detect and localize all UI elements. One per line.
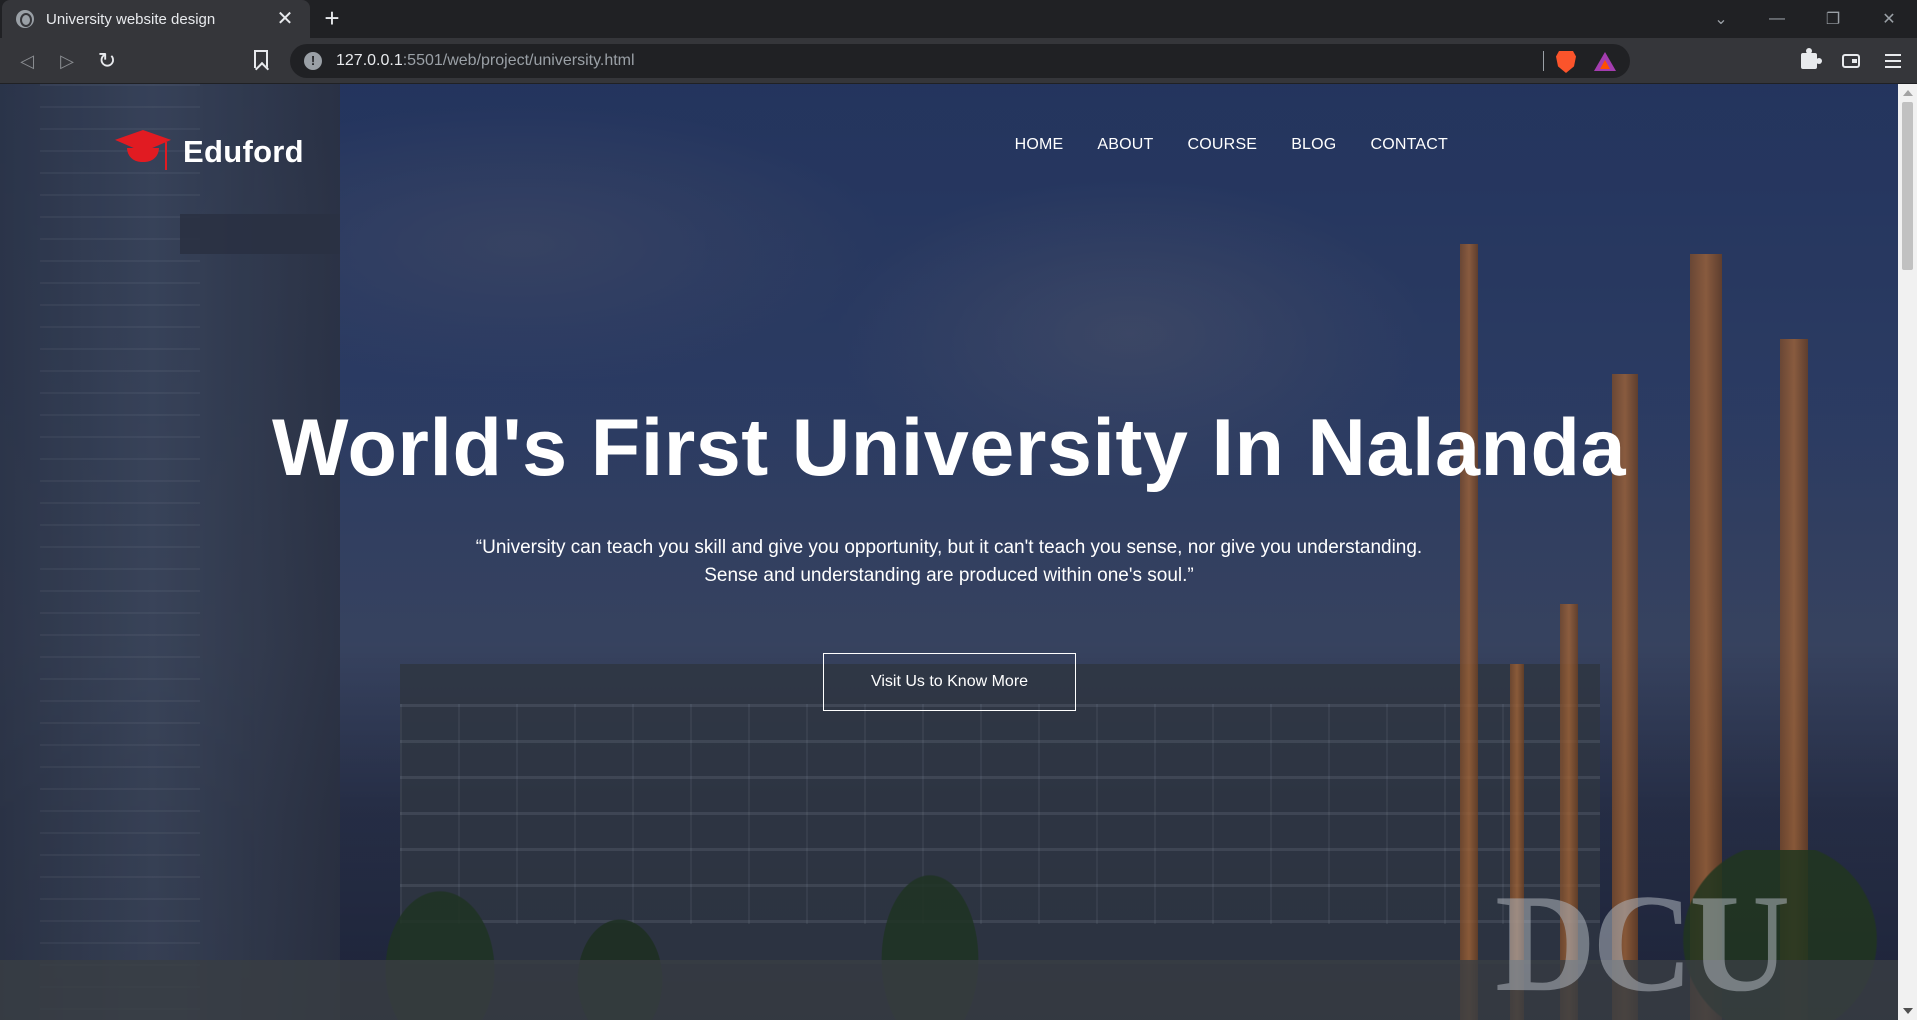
- restore-button[interactable]: ❐: [1805, 0, 1861, 38]
- visit-us-button[interactable]: Visit Us to Know More: [823, 653, 1076, 711]
- browser-menu-button[interactable]: [1878, 46, 1908, 76]
- hamburger-icon: [1885, 54, 1901, 68]
- tab-title: University website design: [46, 10, 216, 28]
- new-tab-button[interactable]: +: [318, 5, 346, 33]
- extensions-button[interactable]: [1794, 46, 1824, 76]
- scroll-up-arrow-icon[interactable]: [1903, 90, 1913, 96]
- brave-shields-icon[interactable]: [1556, 51, 1576, 73]
- graduation-cap-icon: [113, 126, 173, 178]
- hero-quote-line-1: “University can teach you skill and give…: [475, 537, 1423, 558]
- wallet-button[interactable]: [1836, 46, 1866, 76]
- hero-photo-sign: DCU: [1495, 866, 1790, 1020]
- tab-strip: University website design ✕ + ⌄ — ❐ ✕: [0, 0, 1917, 38]
- tab-close-button[interactable]: ✕: [274, 8, 296, 30]
- browser-chrome: University website design ✕ + ⌄ — ❐ ✕ ◁ …: [0, 0, 1917, 84]
- brave-rewards-icon[interactable]: [1594, 52, 1616, 71]
- hero-photo-overhang: [180, 214, 340, 254]
- address-bar[interactable]: ! 127.0.0.1:5501/web/project/university.…: [290, 44, 1630, 78]
- brand-name: Eduford: [183, 134, 304, 169]
- hero-quote-line-2: Sense and understanding are produced wit…: [704, 565, 1194, 586]
- url-path: :5501/web/project/university.html: [402, 52, 635, 69]
- url-host: 127.0.0.1: [336, 52, 403, 69]
- tab-search-button[interactable]: ⌄: [1693, 0, 1749, 38]
- nav-link-home[interactable]: HOME: [1015, 136, 1064, 154]
- site-info-icon[interactable]: !: [304, 52, 322, 70]
- wallet-icon: [1842, 54, 1860, 68]
- url-text[interactable]: 127.0.0.1:5501/web/project/university.ht…: [336, 52, 635, 70]
- scroll-down-arrow-icon[interactable]: [1903, 1008, 1913, 1014]
- puzzle-icon: [1801, 48, 1822, 69]
- site-logo[interactable]: Eduford: [113, 126, 304, 178]
- address-bar-divider: [1543, 51, 1544, 71]
- browser-toolbar: ◁ ▷ ↻ ! 127.0.0.1:5501/web/project/unive…: [0, 38, 1917, 84]
- page-scrollbar[interactable]: [1898, 84, 1917, 1020]
- page-viewport: DCU Eduford HOME ABOUT COURSE BLOG CONTA…: [0, 84, 1898, 1020]
- nav-link-course[interactable]: COURSE: [1188, 136, 1258, 154]
- bookmark-icon[interactable]: [254, 50, 268, 68]
- nav-link-about[interactable]: ABOUT: [1097, 136, 1153, 154]
- hero-quote: “University can teach you skill and give…: [430, 534, 1468, 590]
- window-close-button[interactable]: ✕: [1861, 0, 1917, 38]
- main-nav: HOME ABOUT COURSE BLOG CONTACT: [1015, 136, 1448, 154]
- browser-tab[interactable]: University website design ✕: [2, 0, 310, 38]
- reload-button[interactable]: ↻: [92, 46, 122, 76]
- globe-icon: [16, 10, 34, 28]
- nav-link-contact[interactable]: CONTACT: [1370, 136, 1448, 154]
- window-controls: ⌄ — ❐ ✕: [1693, 0, 1917, 38]
- scrollbar-thumb[interactable]: [1902, 102, 1913, 270]
- back-button[interactable]: ◁: [12, 46, 42, 76]
- hero-section: DCU Eduford HOME ABOUT COURSE BLOG CONTA…: [0, 84, 1898, 1020]
- forward-button[interactable]: ▷: [52, 46, 82, 76]
- minimize-button[interactable]: —: [1749, 0, 1805, 38]
- nav-link-blog[interactable]: BLOG: [1291, 136, 1336, 154]
- hero-title: World's First University In Nalanda: [271, 403, 1627, 493]
